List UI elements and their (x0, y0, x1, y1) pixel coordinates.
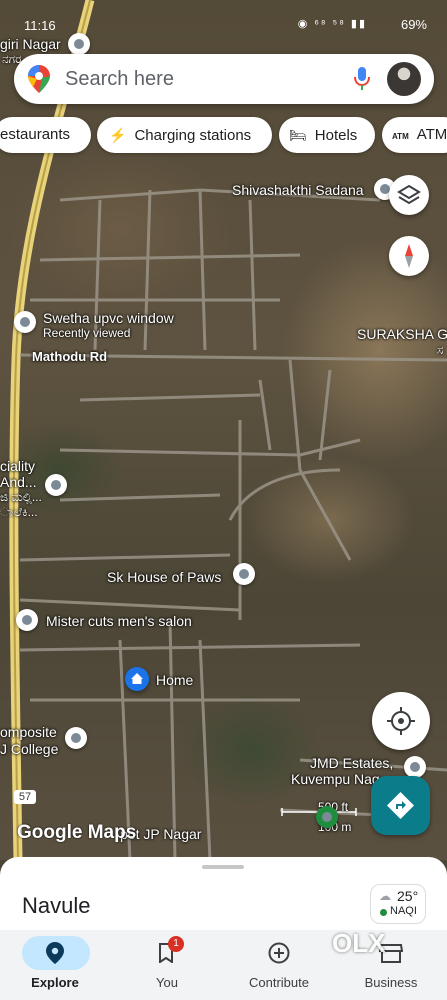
sheet-drag-handle[interactable] (202, 865, 244, 869)
status-bar: 11:16 ◉ ⁶⁸ ⁵⁸ ▮▮ 69% (0, 12, 447, 38)
chip-hotels[interactable]: 🛏 Hotels (279, 117, 375, 153)
google-maps-pin-icon (28, 65, 50, 98)
olx-watermark: OLX (332, 928, 386, 958)
explore-pin-icon (46, 942, 64, 964)
map-label-composite[interactable]: omposite (0, 724, 57, 740)
map-label-sk-house[interactable]: Sk House of Paws (107, 569, 221, 585)
account-avatar[interactable] (387, 62, 421, 96)
google-maps-logo: Google Maps (17, 822, 137, 843)
map-label-jmd[interactable]: JMD Estates, (310, 755, 393, 771)
mic-icon[interactable] (353, 67, 371, 96)
map-label-suraksha[interactable]: SURAKSHA G (357, 326, 447, 342)
school-marker[interactable] (45, 474, 67, 496)
map-label-kannada-mid2: ಾಲೆಕಿ... (0, 505, 38, 519)
compass-icon (405, 244, 413, 268)
category-chips: estaurants ⚡ Charging stations 🛏 Hotels AT… (0, 117, 447, 155)
status-time: 11:16 (24, 18, 56, 33)
chip-hotels-label: Hotels (314, 127, 358, 144)
poi-marker-swetha[interactable] (14, 311, 36, 333)
aqi-label: NAQI (390, 905, 417, 917)
chip-charging-label: Charging stations (134, 127, 252, 144)
crosshair-icon (387, 707, 415, 735)
home-marker-icon[interactable] (125, 667, 149, 691)
aqi-dot-icon (380, 909, 387, 916)
chip-restaurants-label: estaurants (0, 126, 71, 143)
map-label-mister-cuts[interactable]: Mister cuts men's salon (46, 613, 192, 629)
map-label-ciality[interactable]: ciality (0, 458, 35, 474)
search-input[interactable]: Search here (65, 68, 174, 91)
weather-widget[interactable]: ☁ 25° NAQI (370, 884, 426, 924)
chip-atm[interactable]: ATM ATM (382, 117, 447, 153)
poi-marker-mister-cuts[interactable] (16, 609, 38, 631)
add-circle-icon (268, 942, 290, 964)
nav-business-label: Business (364, 975, 418, 990)
nav-contribute-label: Contribute (249, 975, 309, 990)
search-bar[interactable]: Search here (14, 54, 434, 104)
map-label-kuvempu[interactable]: Kuvempu Nag (291, 771, 380, 787)
layers-button[interactable] (389, 175, 429, 215)
highway-shield: 57 (14, 790, 36, 804)
map-label-swetha[interactable]: Swetha upvc window (43, 310, 174, 326)
atm-icon: ATM (392, 132, 409, 141)
you-notification-badge: 1 (168, 936, 184, 952)
map-label-recently-viewed: Recently viewed (43, 326, 131, 340)
charging-icon: ⚡ (109, 127, 127, 143)
nav-explore-label: Explore (31, 975, 79, 990)
map-label-mathodu-road: Mathodu Rd (32, 349, 108, 364)
battery-level: 69% (400, 17, 427, 32)
chip-charging-stations[interactable]: ⚡ Charging stations (97, 117, 272, 153)
map-label-college[interactable]: J College (0, 741, 58, 757)
temperature: 25° (397, 888, 419, 904)
poi-marker-sk-house[interactable] (233, 563, 255, 585)
cloud-icon: ☁ (379, 889, 391, 903)
compass-button[interactable] (389, 236, 429, 276)
map-label-kannada-mid1: ಜಿ ಮಲ್ಲಿ... (0, 490, 42, 504)
poi-marker-green[interactable] (316, 806, 338, 828)
nav-you-label: You (156, 975, 178, 990)
hotel-icon: 🛏 (289, 127, 307, 143)
my-location-button[interactable] (372, 692, 430, 750)
map-label-and[interactable]: And... (0, 474, 37, 490)
directions-icon (387, 792, 414, 819)
status-icons: ◉ ⁶⁸ ⁵⁸ ▮▮ (297, 18, 367, 30)
map-label-shivashakthi[interactable]: Shivashakthi Sadana (232, 182, 364, 198)
layers-icon (397, 184, 421, 205)
school-marker[interactable] (65, 727, 87, 749)
map-label-kannada-right: ಸ (437, 343, 444, 357)
chip-restaurants[interactable]: estaurants (0, 117, 91, 153)
map-label-giri-nagar[interactable]: giri Nagar (0, 36, 61, 52)
directions-button[interactable] (371, 776, 430, 835)
place-name: Navule (22, 893, 91, 918)
map-label-home[interactable]: Home (156, 672, 193, 688)
poi-marker-jmd[interactable] (404, 756, 426, 778)
chip-atm-label: ATM (416, 126, 447, 143)
